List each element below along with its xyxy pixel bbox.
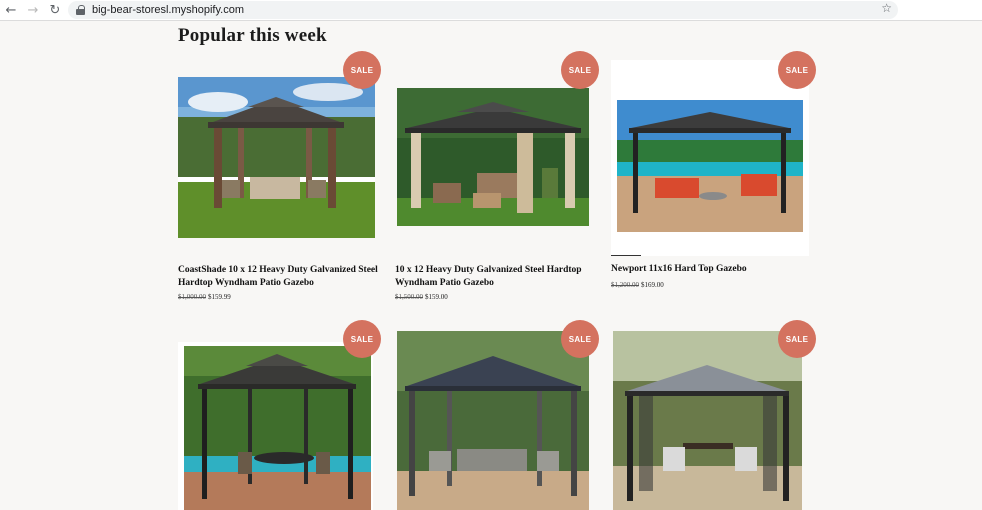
product-image[interactable] (397, 88, 589, 226)
compare-at-price: $1,000.00 (178, 293, 206, 301)
sale-badge: SALE (778, 51, 816, 89)
reload-icon[interactable]: ↻ (44, 0, 66, 21)
product-image[interactable] (397, 331, 589, 510)
sale-price: $159.00 (425, 293, 448, 301)
forward-icon[interactable]: → (22, 0, 44, 21)
product-image[interactable] (613, 331, 802, 510)
image-underline (611, 255, 641, 256)
browser-toolbar: ← → ↻ big-bear-storesl.myshopify.com ☆ (0, 0, 982, 21)
sale-badge: SALE (778, 320, 816, 358)
back-icon[interactable]: ← (0, 0, 22, 21)
product-image[interactable] (178, 77, 375, 238)
sale-price: $159.99 (208, 293, 231, 301)
sale-badge: SALE (343, 320, 381, 358)
address-bar[interactable]: big-bear-storesl.myshopify.com ☆ (68, 1, 898, 19)
section-title: Popular this week (178, 25, 327, 46)
sale-badge: SALE (561, 320, 599, 358)
product-image[interactable] (178, 342, 373, 510)
product-price: $1,200.00 $169.00 (611, 281, 664, 289)
product-title[interactable]: CoastShade 10 x 12 Heavy Duty Galvanized… (178, 264, 378, 290)
product-image-frame[interactable] (611, 60, 809, 256)
compare-at-price: $1,200.00 (611, 281, 639, 289)
sale-badge: SALE (561, 51, 599, 89)
product-title[interactable]: Newport 11x16 Hard Top Gazebo (611, 263, 811, 276)
sale-badge: SALE (343, 51, 381, 89)
product-price: $1,500.00 $159.00 (395, 293, 448, 301)
bookmark-star-icon[interactable]: ☆ (881, 1, 892, 15)
product-title[interactable]: 10 x 12 Heavy Duty Galvanized Steel Hard… (395, 264, 595, 290)
lock-icon[interactable] (76, 5, 85, 15)
compare-at-price: $1,500.00 (395, 293, 423, 301)
product-price: $1,000.00 $159.99 (178, 293, 231, 301)
url-text[interactable]: big-bear-storesl.myshopify.com (92, 4, 244, 16)
sale-price: $169.00 (641, 281, 664, 289)
